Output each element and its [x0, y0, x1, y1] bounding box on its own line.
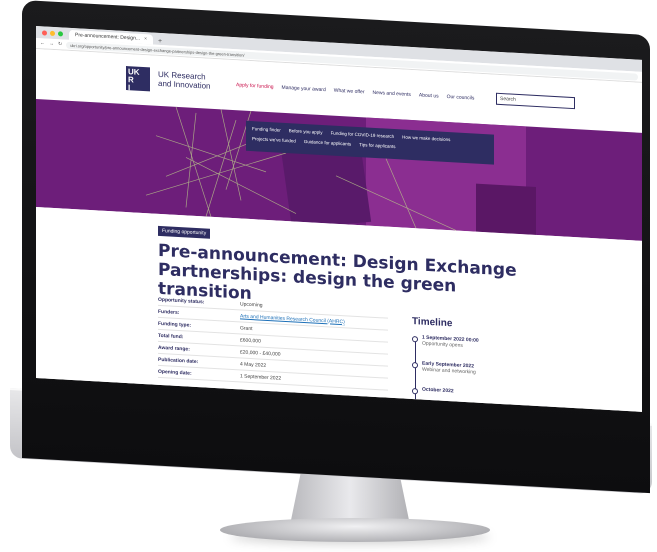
main-content: Funding opportunity Pre-announcement: De…: [36, 207, 642, 412]
nav-what-we-offer[interactable]: What we offer: [334, 88, 365, 96]
brand-name: UK Research and Innovation: [158, 70, 238, 92]
detail-label: Funders:: [158, 308, 180, 316]
tab-title: Pre-announcement: Design...: [75, 32, 141, 42]
back-icon[interactable]: ←: [40, 40, 45, 46]
window-controls: [42, 30, 63, 37]
maximize-window-icon[interactable]: [58, 31, 63, 37]
detail-label: Opportunity status:: [158, 296, 205, 305]
minimize-window-icon[interactable]: [50, 30, 55, 37]
detail-label: Award range:: [158, 344, 190, 353]
nav-apply-for-funding[interactable]: Apply for funding: [236, 82, 274, 90]
detail-label: Publication date:: [158, 356, 199, 365]
subnav-projects-funded[interactable]: Projects we've funded: [252, 136, 296, 143]
scene: Pre-announcement: Design... × + ← → ↻ uk…: [0, 0, 657, 552]
main-nav: Apply for funding Manage your award What…: [236, 82, 474, 101]
logo-text-i: I: [128, 83, 131, 93]
timeline-heading: Timeline: [412, 316, 453, 330]
reload-icon[interactable]: ↻: [58, 41, 62, 47]
timeline-item: Early September 2022 Webinar and network…: [412, 360, 479, 390]
detail-label: Opening date:: [158, 368, 192, 377]
forward-icon[interactable]: →: [49, 41, 54, 47]
nav-news-events[interactable]: News and events: [373, 90, 411, 98]
tab-close-icon[interactable]: ×: [144, 36, 147, 42]
subnav-guidance[interactable]: Guidance for applicants: [304, 139, 351, 147]
page-tag: Funding opportunity: [158, 225, 211, 239]
subnav-tips[interactable]: Tips for applicants: [359, 142, 395, 149]
timeline-dot: [412, 388, 418, 395]
timeline-dot: [412, 362, 418, 369]
detail-label: Funding type:: [158, 320, 192, 329]
monitor-screen: Pre-announcement: Design... × + ← → ↻ uk…: [36, 26, 642, 412]
new-tab-button[interactable]: +: [158, 38, 162, 45]
nav-manage-award[interactable]: Manage your award: [282, 85, 326, 93]
nav-about-us[interactable]: About us: [419, 92, 439, 99]
opportunity-details: Opportunity status: Upcoming Funders: Ar…: [158, 293, 388, 391]
timeline-item: 1 September 2022 00:00 Opportunity opens: [412, 334, 479, 364]
search-input[interactable]: Search: [496, 92, 575, 110]
detail-label: Total fund:: [158, 332, 184, 340]
close-window-icon[interactable]: [42, 30, 47, 36]
nav-our-councils[interactable]: Our councils: [447, 94, 475, 102]
timeline-dot: [412, 336, 418, 343]
ukri-logo[interactable]: UK R I: [126, 66, 150, 93]
monitor-base: [220, 518, 490, 542]
